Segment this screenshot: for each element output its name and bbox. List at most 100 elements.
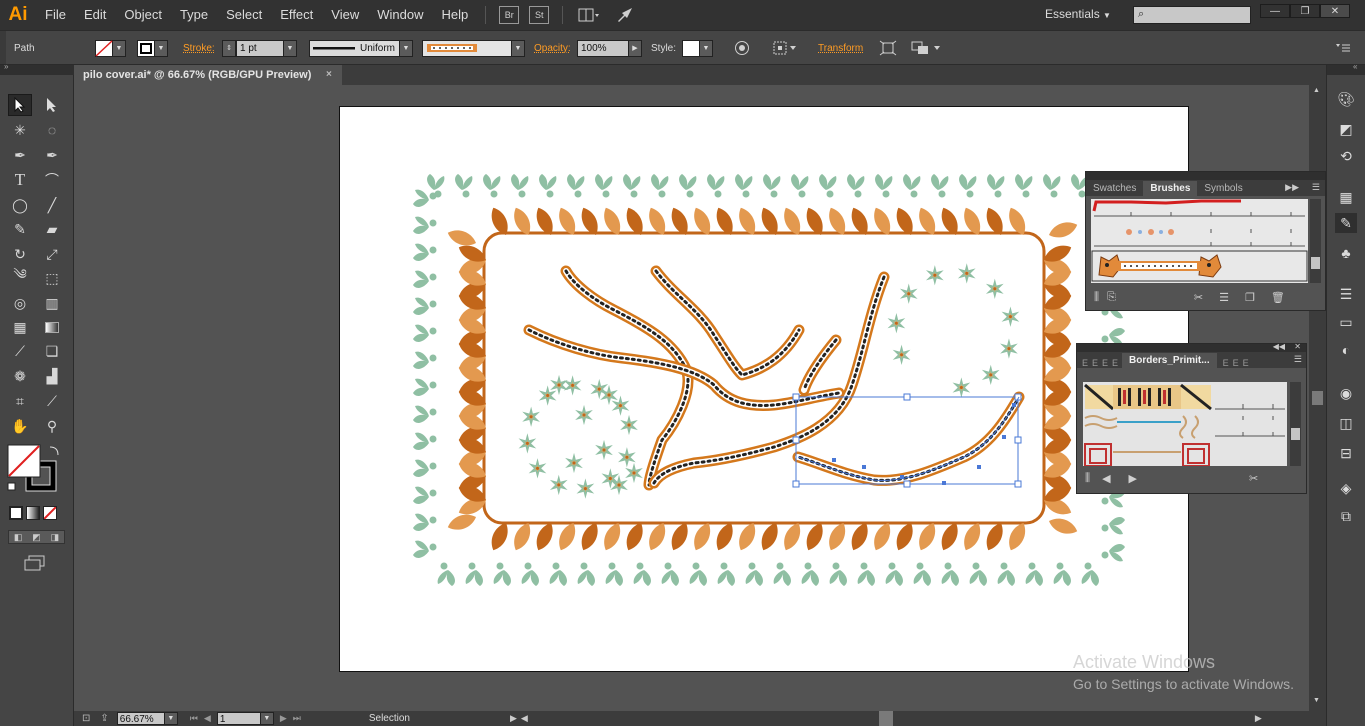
restore-button[interactable]: ❐ bbox=[1290, 4, 1320, 18]
bridge-button[interactable]: Br bbox=[499, 6, 520, 24]
perspective-grid-tool-icon[interactable]: ▥ bbox=[40, 292, 64, 314]
scroll-up-icon[interactable]: ▲ bbox=[1313, 87, 1320, 94]
brushes-icon[interactable]: ✎ bbox=[1335, 213, 1357, 233]
document-tab[interactable]: pilo cover.ai* @ 66.67% (RGB/GPU Preview… bbox=[74, 65, 342, 85]
menu-edit[interactable]: Edit bbox=[75, 0, 115, 30]
blend-tool-icon[interactable]: ❏ bbox=[40, 340, 64, 362]
arrange-options-icon[interactable] bbox=[910, 39, 942, 57]
panel-collapse-icon[interactable]: ◀◀ bbox=[1273, 342, 1285, 351]
opacity-field[interactable]: 100% bbox=[577, 39, 629, 57]
remove-brush-stroke-icon[interactable]: ✂ bbox=[1194, 291, 1203, 304]
transform-link[interactable]: Transform bbox=[818, 39, 863, 57]
fill-color-picker[interactable]: ▼ bbox=[95, 39, 126, 57]
shape-builder-tool-icon[interactable]: ◎ bbox=[8, 292, 32, 314]
arrange-documents-icon[interactable] bbox=[575, 6, 603, 24]
stroke-label[interactable]: Stroke: bbox=[183, 39, 215, 57]
status-menu-icon[interactable]: ▶ bbox=[510, 713, 517, 724]
first-artboard-icon[interactable]: ⏮ bbox=[190, 713, 198, 724]
menu-window[interactable]: Window bbox=[368, 0, 432, 30]
menu-view[interactable]: View bbox=[322, 0, 368, 30]
adobe-stock-icon[interactable]: ⊡ bbox=[82, 713, 90, 724]
pen-tool-icon[interactable]: ✒ bbox=[8, 144, 32, 166]
zoom-field[interactable]: 66.67% bbox=[116, 712, 165, 725]
border-brush-row[interactable] bbox=[1083, 382, 1287, 411]
type-tool-icon[interactable]: T bbox=[8, 169, 32, 191]
free-transform-tool-icon[interactable]: ⬚ bbox=[40, 267, 64, 289]
stroke-color-picker[interactable]: ▼ bbox=[137, 39, 168, 57]
stroke-color-dropdown[interactable]: ▼ bbox=[155, 39, 168, 57]
brush-row[interactable] bbox=[1092, 199, 1305, 217]
zoom-dropdown[interactable]: ▼ bbox=[164, 712, 178, 725]
hidden-library-tabs[interactable]: EEEE bbox=[1082, 358, 1122, 368]
recolor-artwork-icon[interactable] bbox=[734, 39, 750, 57]
stroke-icon[interactable]: ☰ bbox=[1335, 284, 1357, 304]
scale-tool-icon[interactable]: ⤢ bbox=[40, 243, 64, 265]
brush-definition[interactable]: ▼ bbox=[422, 39, 525, 57]
profile-dropdown[interactable]: ▼ bbox=[400, 39, 413, 57]
tab-swatches[interactable]: Swatches bbox=[1086, 181, 1143, 196]
lasso-tool-icon[interactable]: ◌ bbox=[40, 119, 64, 141]
curvature-tool-icon[interactable]: ✒ bbox=[40, 144, 64, 166]
align-icon[interactable]: ⊟ bbox=[1335, 443, 1357, 463]
appearance-icon[interactable]: ◉ bbox=[1335, 383, 1357, 403]
tab-symbols[interactable]: Symbols bbox=[1197, 181, 1249, 196]
brush-list-scroll-thumb[interactable] bbox=[1311, 257, 1320, 269]
share-icon[interactable]: ⇪ bbox=[100, 713, 108, 724]
scroll-right-icon[interactable]: ▶ bbox=[1255, 713, 1262, 724]
previous-artboard-icon[interactable]: ◀ bbox=[204, 713, 211, 724]
drawing-modes[interactable]: ◧ ◩ ◨ bbox=[8, 530, 65, 544]
border-brush-row[interactable] bbox=[1084, 443, 1210, 467]
scroll-left-icon[interactable]: ◀ bbox=[521, 711, 529, 726]
close-panel-icon[interactable]: ✕ bbox=[1294, 342, 1301, 351]
ellipse-tool-icon[interactable]: ◯ bbox=[8, 194, 32, 216]
stroke-weight-stepper[interactable]: ⇕ bbox=[222, 39, 236, 57]
opacity-label[interactable]: Opacity: bbox=[534, 39, 571, 57]
border-list-scroll-thumb[interactable] bbox=[1291, 428, 1300, 440]
scroll-down-icon[interactable]: ▼ bbox=[1313, 697, 1320, 704]
stroke-weight-field[interactable]: 1 pt bbox=[236, 39, 284, 57]
none-mode-icon[interactable] bbox=[43, 506, 57, 520]
brush-libraries-icon[interactable]: ⫼ bbox=[1085, 472, 1090, 485]
dock-grip[interactable]: « bbox=[1327, 62, 1365, 75]
style-dropdown[interactable]: ▼ bbox=[700, 39, 713, 57]
search-input[interactable]: ⌕ bbox=[1133, 6, 1251, 24]
remove-brush-stroke-icon[interactable]: ✂ bbox=[1249, 472, 1258, 485]
gpu-performance-icon[interactable] bbox=[611, 6, 639, 24]
tab-brushes[interactable]: Brushes bbox=[1143, 181, 1198, 196]
column-graph-tool-icon[interactable]: ▟ bbox=[40, 365, 64, 387]
zoom-tool-icon[interactable]: ⚲ bbox=[40, 415, 64, 437]
panel-collapse-icon[interactable]: ▶▶ bbox=[1285, 182, 1299, 193]
opacity-control[interactable]: 100% ▶ bbox=[577, 39, 642, 57]
arc-tool-icon[interactable]: ⌒ bbox=[40, 169, 64, 191]
artboard-number-field[interactable]: 1 bbox=[216, 712, 261, 725]
panel-grip[interactable] bbox=[1086, 172, 1325, 180]
opacity-dropdown[interactable]: ▶ bbox=[629, 39, 642, 57]
hidden-library-tabs-right[interactable]: EEE bbox=[1223, 358, 1253, 368]
new-brush-icon[interactable]: ❐ bbox=[1245, 291, 1255, 304]
previous-library-icon[interactable]: ◀ bbox=[1102, 472, 1110, 485]
gradient-icon[interactable]: ▭ bbox=[1335, 312, 1357, 332]
layers-icon[interactable]: ◈ bbox=[1335, 478, 1357, 498]
paintbrush-tool-icon[interactable]: ╱ bbox=[40, 194, 64, 216]
eraser-tool-icon[interactable]: ▰ bbox=[40, 218, 64, 240]
brush-libraries-icon[interactable]: ⫼ bbox=[1094, 291, 1099, 304]
brush-options-icon[interactable]: ☰ bbox=[1219, 291, 1229, 304]
color-icon[interactable]: 🎨︎ bbox=[1335, 89, 1357, 109]
brush-row-selected[interactable] bbox=[1091, 250, 1308, 282]
artboard-tool-icon[interactable]: ⌗ bbox=[8, 390, 32, 412]
brush-dropdown[interactable]: ▼ bbox=[512, 39, 525, 57]
graphic-style-picker[interactable]: ▼ bbox=[682, 39, 713, 57]
close-tab-icon[interactable]: × bbox=[326, 65, 332, 85]
gradient-tool-icon[interactable] bbox=[40, 316, 64, 338]
screen-mode-icon[interactable] bbox=[24, 555, 46, 574]
border-brush-row[interactable] bbox=[1084, 415, 1285, 439]
panel-grip[interactable]: ◀◀ ✕ bbox=[1077, 342, 1306, 352]
creative-cloud-icon[interactable]: ⟲ bbox=[1335, 146, 1357, 166]
warp-tool-icon[interactable]: ༄ bbox=[8, 266, 32, 289]
close-window-button[interactable]: ✕ bbox=[1320, 4, 1350, 18]
transparency-icon[interactable]: ◐ bbox=[1335, 340, 1357, 360]
fill-dropdown[interactable]: ▼ bbox=[113, 39, 126, 57]
border-list-scrollbar[interactable] bbox=[1290, 382, 1301, 466]
menu-select[interactable]: Select bbox=[217, 0, 271, 30]
control-bar-grip[interactable] bbox=[0, 31, 6, 64]
